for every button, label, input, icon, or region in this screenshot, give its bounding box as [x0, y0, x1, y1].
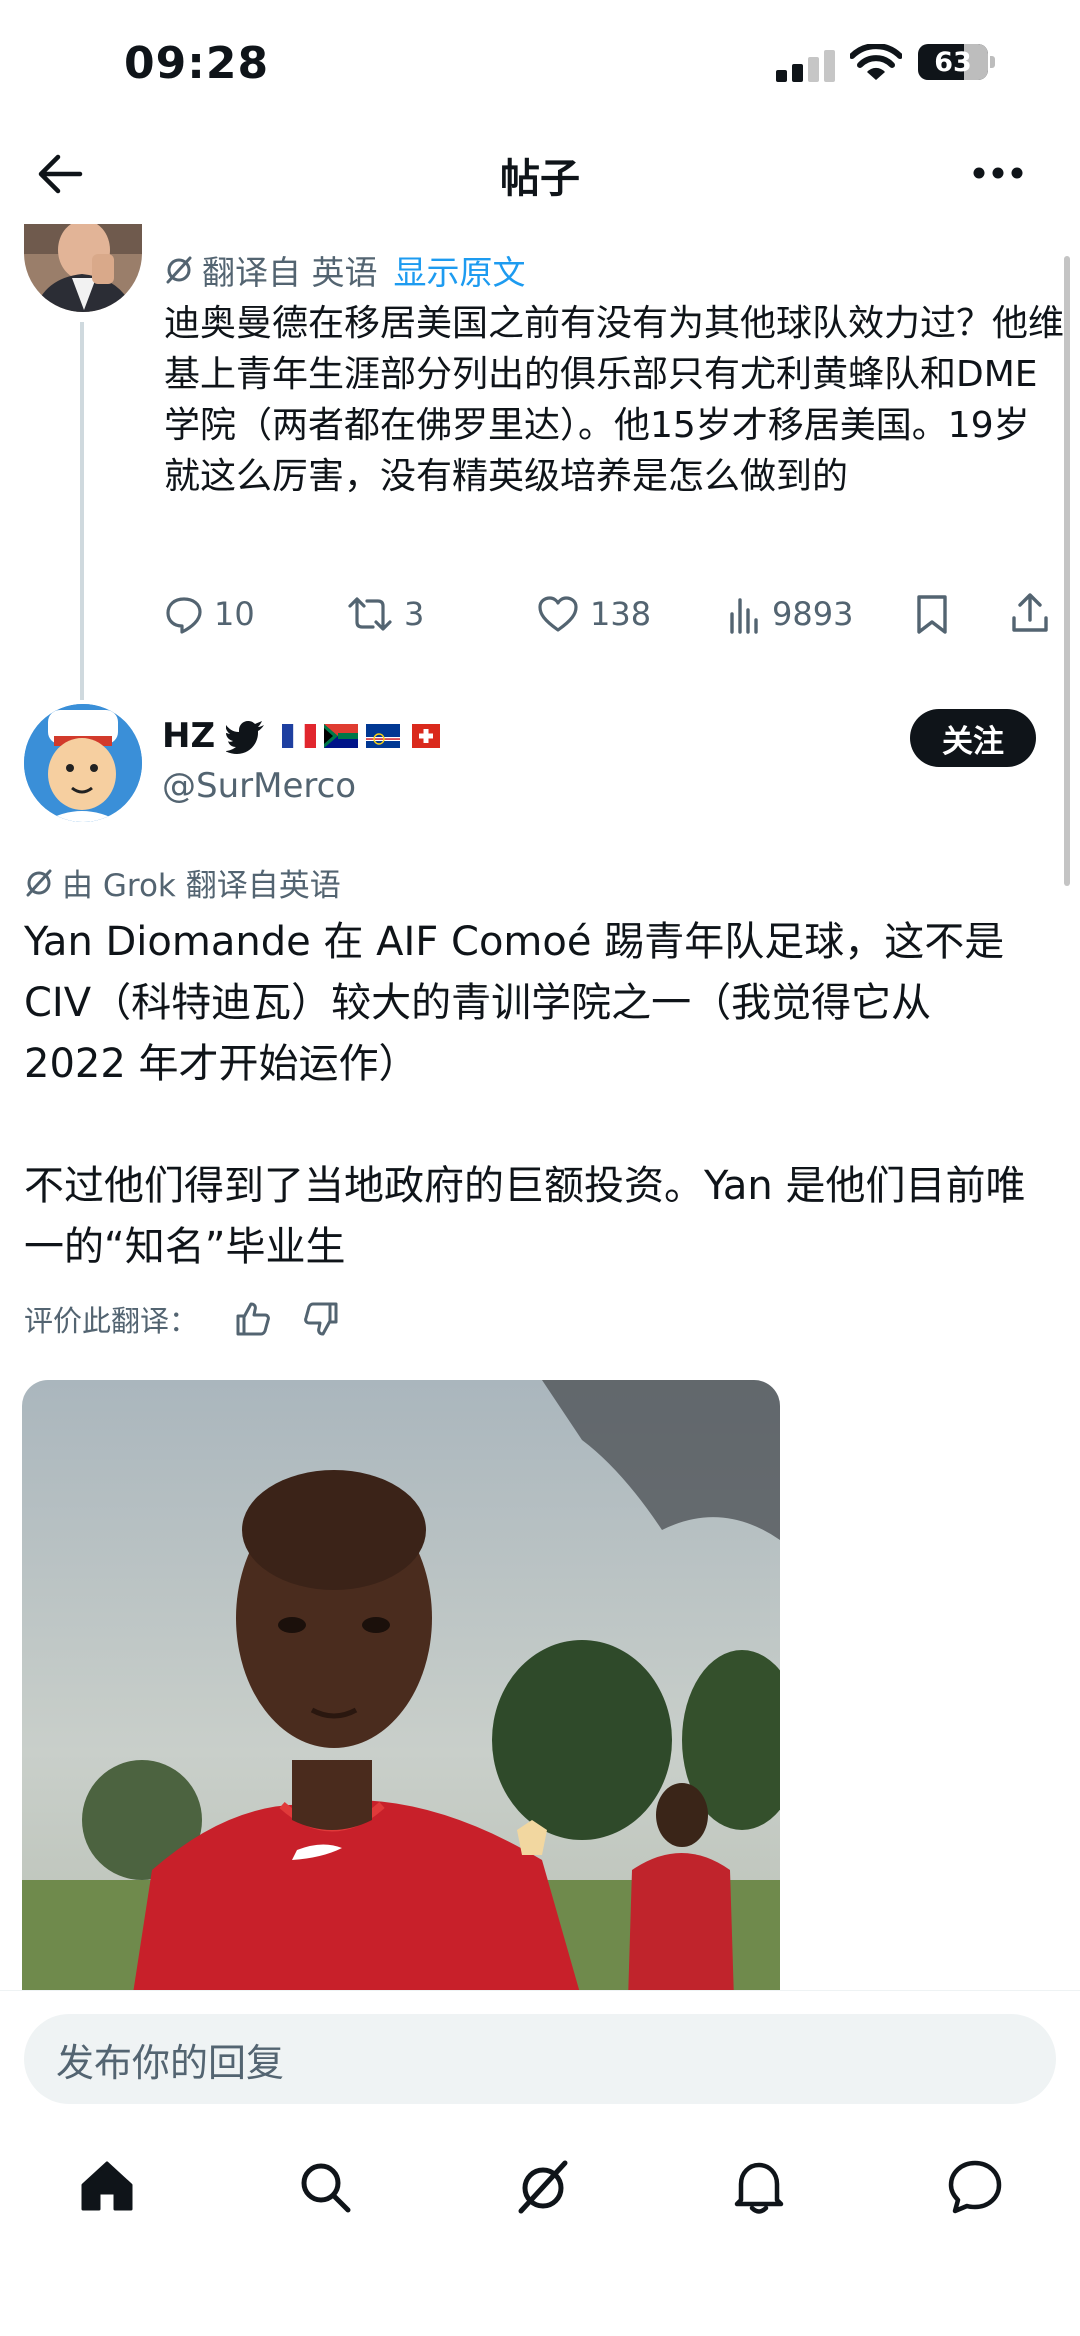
messages-icon: [948, 2160, 1002, 2214]
reply-count: 10: [214, 595, 255, 633]
grok-icon: [518, 2160, 568, 2214]
views-button[interactable]: 9893: [726, 594, 853, 634]
tweet-paragraph: 不过他们得到了当地政府的巨额投资。Yan 是他们目前唯一的“知名”毕业生: [24, 1163, 1026, 1270]
thread-line: [80, 322, 84, 700]
grok-icon: [166, 256, 192, 284]
tweet-paragraph: Yan Diomande 在 AIF Comoé 踢青年队足球，这不是 CIV（…: [24, 919, 1005, 1087]
tab-grok[interactable]: [508, 2152, 578, 2222]
south-africa-flag-icon: [324, 724, 358, 748]
more-options-icon[interactable]: [972, 166, 1024, 180]
search-icon: [301, 2163, 351, 2213]
bird-icon: [226, 721, 264, 754]
battery-level: 63: [934, 46, 972, 78]
bottom-tab-bar: [0, 2110, 1080, 2336]
like-count: 138: [590, 595, 652, 633]
tab-messages[interactable]: [940, 2152, 1010, 2222]
reply-input[interactable]: 发布你的回复: [24, 2014, 1056, 2104]
tab-notifications[interactable]: [724, 2152, 794, 2222]
repost-icon: [348, 597, 392, 631]
page-title: 帖子: [500, 156, 580, 202]
scrollbar[interactable]: [1064, 256, 1070, 886]
translated-from-label: 翻译自 英语: [202, 253, 378, 292]
status-time: 09:28: [124, 38, 270, 89]
france-flag-icon: [282, 724, 316, 748]
switzerland-flag-icon: [412, 724, 440, 748]
thumbs-up-icon[interactable]: [234, 1301, 272, 1337]
like-button[interactable]: 138: [536, 594, 651, 634]
cellular-signal-icon: [776, 50, 836, 82]
grok-translation-label: 由 Grok 翻译自英语: [62, 868, 341, 904]
battery-icon: 63: [918, 44, 988, 80]
notifications-icon: [734, 2162, 784, 2214]
reply-button[interactable]: 10: [164, 594, 255, 634]
wifi-icon: [850, 44, 902, 80]
reply-icon: [166, 597, 202, 634]
battery-cap: [990, 56, 995, 68]
tab-home[interactable]: [72, 2152, 142, 2222]
repost-count: 3: [404, 595, 425, 633]
author-avatar[interactable]: [24, 704, 142, 822]
author-name[interactable]: HZ: [162, 716, 215, 756]
cape-verde-flag-icon: [366, 724, 400, 748]
view-count: 9893: [772, 595, 854, 633]
share-icon[interactable]: [1010, 592, 1050, 636]
avatar[interactable]: [24, 224, 142, 312]
rate-translation-label: 评价此翻译：: [24, 1304, 199, 1338]
grok-translation-notice: 由 Grok 翻译自英语: [24, 860, 341, 905]
thumbs-down-icon[interactable]: [302, 1301, 340, 1337]
heart-icon: [538, 596, 578, 632]
tweet-image[interactable]: [22, 1380, 780, 2000]
tab-search[interactable]: [290, 2152, 360, 2222]
show-original-link[interactable]: 显示原文: [394, 246, 526, 294]
tweet-text: 迪奥曼德在移居美国之前有没有为其他球队效力过？他维基上青年生涯部分列出的俱乐部只…: [164, 303, 1065, 497]
repost-button[interactable]: 3: [346, 594, 424, 634]
author-handle[interactable]: @SurMerco: [162, 766, 356, 806]
translation-notice: 翻译自 英语 显示原文: [164, 246, 526, 294]
follow-button[interactable]: 关注: [910, 709, 1036, 767]
home-icon: [81, 2161, 133, 2211]
views-icon: [730, 598, 758, 634]
bookmark-icon[interactable]: [914, 594, 950, 636]
grok-icon: [26, 869, 52, 896]
rate-translation: 评价此翻译：: [24, 1298, 340, 1340]
